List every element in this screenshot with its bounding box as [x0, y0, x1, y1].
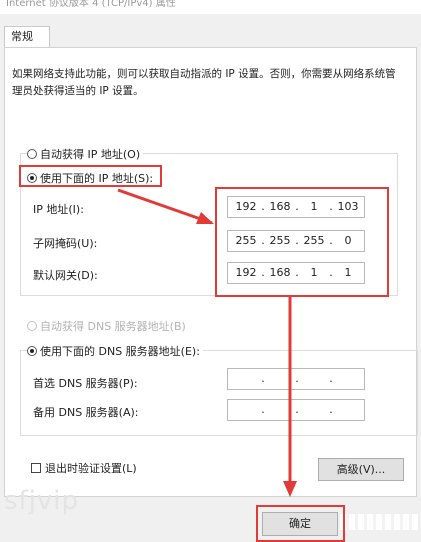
window-title: Internet 协议版本 4 (TCP/IPv4) 属性 [0, 0, 421, 14]
annotation-box-manual-ip [19, 165, 162, 187]
manual-dns-radio[interactable]: 使用下面的 DNS 服务器地址(E): [27, 343, 203, 359]
blurred-cancel-button [340, 514, 418, 530]
annotation-box-ip-fields [215, 187, 389, 297]
preferred-dns-field[interactable]: . . . [227, 368, 365, 390]
alternate-dns-field[interactable]: . . . [227, 399, 365, 421]
subnet-mask-label: 子网掩码(U): [33, 237, 98, 250]
auto-ip-radio-label: 自动获得 IP 地址(O) [40, 148, 141, 161]
octet-separator: . [295, 372, 299, 385]
tab-general[interactable]: 常规 [4, 26, 50, 48]
auto-ip-radio[interactable]: 自动获得 IP 地址(O) [27, 146, 144, 162]
octet-separator: . [261, 403, 265, 416]
validate-on-exit-checkbox[interactable]: 退出时验证设置(L) [31, 460, 137, 476]
advanced-button[interactable]: 高级(V)... [318, 458, 404, 481]
octet-separator: . [329, 372, 333, 385]
validate-on-exit-label: 退出时验证设置(L) [45, 462, 137, 475]
auto-dns-radio[interactable]: 自动获得 DNS 服务器地址(B) [27, 318, 186, 334]
auto-dns-radio-circle [27, 321, 37, 331]
auto-ip-radio-circle [27, 149, 37, 159]
annotation-box-ok-button [256, 505, 345, 542]
checkbox-box [31, 463, 41, 473]
octet-separator: . [295, 403, 299, 416]
dns-settings-group [20, 350, 418, 436]
description-text: 如果网络支持此功能，则可以获取自动指派的 IP 设置。否则，你需要从网络系统管理… [12, 68, 396, 97]
default-gateway-label: 默认网关(D): [33, 269, 98, 282]
auto-dns-radio-label: 自动获得 DNS 服务器地址(B) [40, 320, 186, 333]
octet-separator: . [329, 403, 333, 416]
preferred-dns-label: 首选 DNS 服务器(P): [33, 377, 138, 390]
ip-address-label: IP 地址(I): [33, 203, 84, 216]
manual-dns-radio-label: 使用下面的 DNS 服务器地址(E): [40, 345, 200, 358]
manual-dns-radio-circle [27, 346, 37, 356]
octet-separator: . [261, 372, 265, 385]
watermark-text: sfjvip [4, 486, 80, 516]
alternate-dns-label: 备用 DNS 服务器(A): [33, 406, 139, 419]
